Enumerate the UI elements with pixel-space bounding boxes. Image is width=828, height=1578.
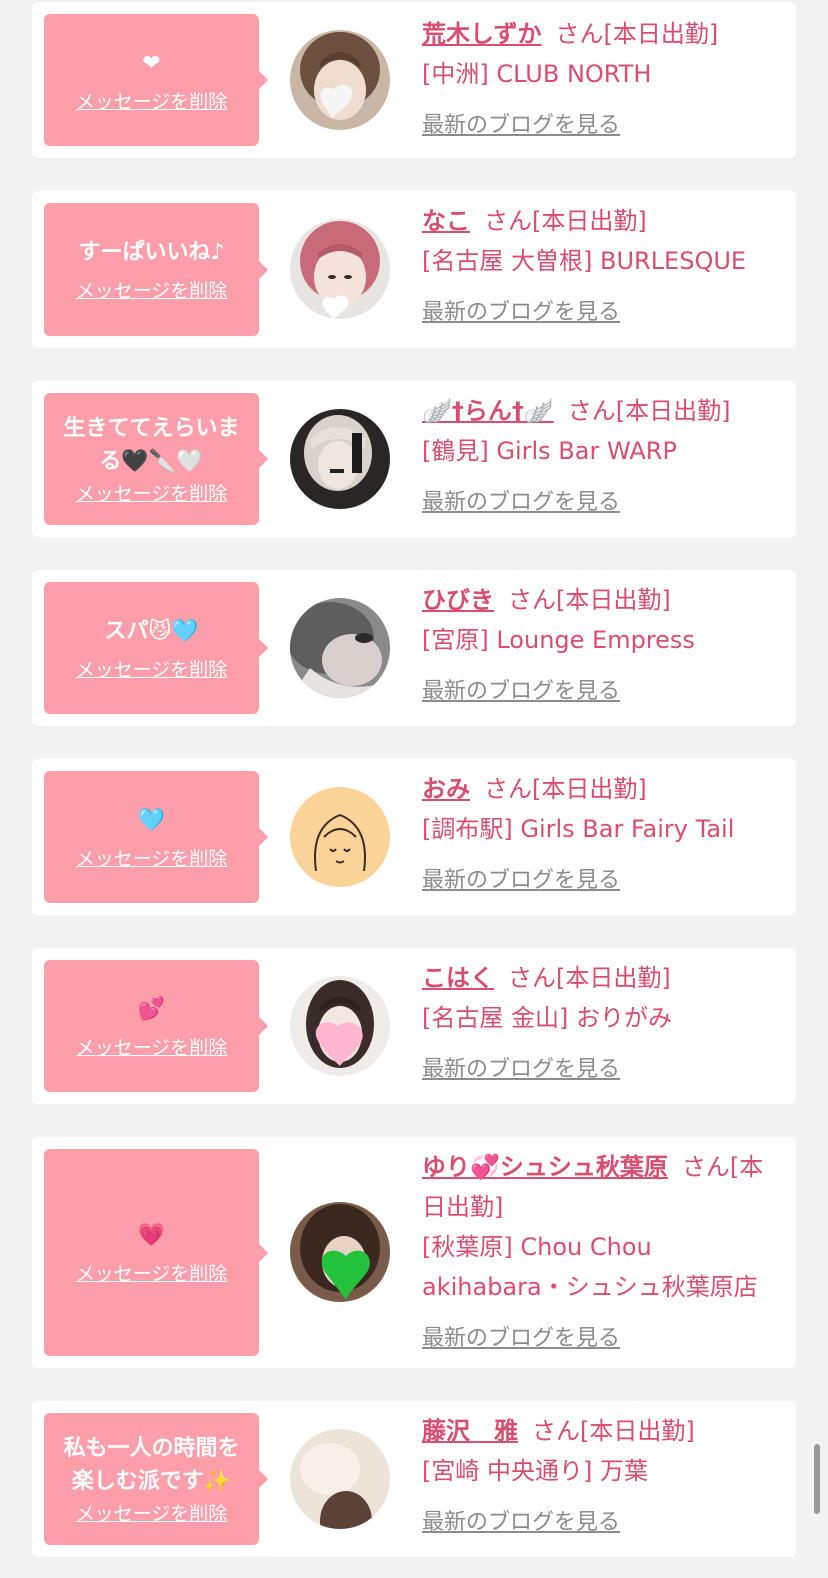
- work-status: [本日出勤]: [603, 20, 719, 48]
- cast-name-link[interactable]: こはく: [422, 964, 494, 992]
- message-text: 🩵: [137, 807, 166, 833]
- message-bubble: スパ😼🩵 メッセージを削除: [44, 582, 268, 714]
- avatar[interactable]: [290, 1429, 390, 1529]
- avatar[interactable]: [290, 219, 390, 319]
- cast-name-link[interactable]: なこ: [422, 207, 470, 235]
- san-suffix: さん: [555, 20, 604, 48]
- message-bubble: 生きててえらいまる🖤🔪🤍 メッセージを削除: [44, 393, 268, 525]
- shop-name: [調布駅] Girls Bar Fairy Tail: [422, 815, 735, 843]
- message-bubble: 💕 メッセージを削除: [44, 960, 268, 1092]
- work-status: [本日出勤]: [532, 207, 647, 235]
- cast-info: こはく さん[本日出勤] [名古屋 金山] おりがみ 最新のブログを見る: [422, 958, 780, 1090]
- latest-blog-link[interactable]: 最新のブログを見る: [422, 483, 620, 523]
- shop-name: [名古屋 大曽根] BURLESQUE: [422, 247, 747, 275]
- message-text: スパ😼🩵: [104, 618, 199, 644]
- san-suffix: さん: [567, 397, 616, 425]
- delete-message-link[interactable]: メッセージを削除: [76, 658, 228, 682]
- avatar[interactable]: [290, 1202, 390, 1302]
- message-text: 私も一人の時間を楽しむ派です✨: [63, 1436, 240, 1494]
- message-text: すーぱいいね♪: [78, 240, 225, 265]
- latest-blog-link[interactable]: 最新のブログを見る: [422, 672, 620, 712]
- favorite-card: ❤ メッセージを削除 荒木しずか さん[本日出勤] [中洲] CLUB NORTH…: [32, 2, 796, 158]
- message-text: 💕: [137, 996, 166, 1022]
- cast-name-link[interactable]: ゆり💞シュシュ秋葉原: [422, 1153, 668, 1181]
- avatar[interactable]: [290, 30, 390, 130]
- delete-message-link[interactable]: メッセージを削除: [76, 90, 228, 114]
- cast-name-link[interactable]: 🪽†らん†🪽: [422, 397, 554, 425]
- shop-name: [宮原] Lounge Empress: [422, 626, 695, 654]
- scrollbar[interactable]: [814, 1444, 820, 1514]
- san-suffix: さん: [681, 1153, 730, 1181]
- shop-name: [名古屋 金山] おりがみ: [422, 1004, 672, 1032]
- delete-message-link[interactable]: メッセージを削除: [76, 1036, 228, 1060]
- favorite-card: 私も一人の時間を楽しむ派です✨ メッセージを削除 藤沢 雅さん[本日出勤] [宮…: [32, 1401, 796, 1557]
- cast-name-link[interactable]: おみ: [422, 775, 470, 803]
- work-status: [本日出勤]: [556, 586, 671, 614]
- work-status: [本日出勤]: [532, 775, 647, 803]
- message-bubble: 🩵 メッセージを削除: [44, 771, 268, 903]
- favorite-card: すーぱいいね♪ メッセージを削除 なこ さん[本日出勤] [名古屋 大曽根] BU…: [32, 191, 796, 348]
- cast-info: 荒木しずか さん[本日出勤] [中洲] CLUB NORTH 最新のブログを見る: [422, 14, 780, 146]
- work-status: [本日出勤]: [556, 964, 671, 992]
- cast-info: ゆり💞シュシュ秋葉原 さん[本日出勤] [秋葉原] Chou Chou akiha…: [422, 1147, 780, 1359]
- avatar[interactable]: [290, 976, 390, 1076]
- favorite-card: 生きててえらいまる🖤🔪🤍 メッセージを削除 🪽†らん†🪽 さん[本日出勤] [鶴見…: [32, 381, 796, 537]
- cast-name-link[interactable]: ひびき: [422, 586, 494, 614]
- favorite-card: 🩵 メッセージを削除 おみ さん[本日出勤] [調布駅] Girls Bar Fa…: [32, 759, 796, 915]
- favorite-card: 💗 メッセージを削除 ゆり💞シュシュ秋葉原 さん[本日出勤] [秋葉原] Chou…: [32, 1137, 796, 1368]
- cast-info: ひびき さん[本日出勤] [宮原] Lounge Empress 最新のブログを見…: [422, 580, 780, 712]
- cast-name-link[interactable]: 藤沢 雅: [422, 1417, 518, 1445]
- latest-blog-link[interactable]: 最新のブログを見る: [422, 293, 620, 333]
- delete-message-link[interactable]: メッセージを削除: [76, 1262, 228, 1286]
- work-status: [本日出勤]: [615, 397, 731, 425]
- san-suffix: さん: [508, 586, 556, 614]
- latest-blog-link[interactable]: 最新のブログを見る: [422, 1050, 620, 1090]
- message-bubble: ❤ メッセージを削除: [44, 14, 268, 146]
- latest-blog-link[interactable]: 最新のブログを見る: [422, 861, 620, 901]
- latest-blog-link[interactable]: 最新のブログを見る: [422, 106, 620, 146]
- avatar[interactable]: [290, 598, 390, 698]
- latest-blog-link[interactable]: 最新のブログを見る: [422, 1319, 620, 1359]
- san-suffix: さん: [484, 775, 532, 803]
- work-status: [本日出勤]: [580, 1417, 695, 1445]
- message-text: 生きててえらいまる🖤🔪🤍: [63, 416, 240, 474]
- cast-info: 🪽†らん†🪽 さん[本日出勤] [鶴見] Girls Bar WARP 最新のブロ…: [422, 391, 780, 523]
- latest-blog-link[interactable]: 最新のブログを見る: [422, 1503, 620, 1543]
- avatar[interactable]: [290, 409, 390, 509]
- shop-name: [宮崎 中央通り] 万葉: [422, 1457, 648, 1485]
- cast-info: なこ さん[本日出勤] [名古屋 大曽根] BURLESQUE 最新のブログを見る: [422, 201, 780, 333]
- message-bubble: 私も一人の時間を楽しむ派です✨ メッセージを削除: [44, 1413, 268, 1545]
- delete-message-link[interactable]: メッセージを削除: [76, 482, 228, 506]
- cast-info: おみ さん[本日出勤] [調布駅] Girls Bar Fairy Tail 最新…: [422, 769, 780, 901]
- cast-name-link[interactable]: 荒木しずか: [422, 20, 542, 48]
- san-suffix: さん: [484, 207, 532, 235]
- message-text: ❤: [142, 50, 161, 76]
- shop-name: [中洲] CLUB NORTH: [422, 60, 652, 88]
- san-suffix: さん: [508, 964, 556, 992]
- san-suffix: さん: [532, 1417, 580, 1445]
- delete-message-link[interactable]: メッセージを削除: [76, 1502, 228, 1526]
- cast-info: 藤沢 雅さん[本日出勤] [宮崎 中央通り] 万葉 最新のブログを見る: [422, 1411, 780, 1543]
- message-text: 💗: [137, 1223, 166, 1248]
- favorite-card: 💕 メッセージを削除 こはく さん[本日出勤] [名古屋 金山] おりがみ 最新の…: [32, 948, 796, 1104]
- shop-name: [秋葉原] Chou Chou akihabara・シュシュ秋葉原店: [422, 1233, 758, 1301]
- shop-name: [鶴見] Girls Bar WARP: [422, 437, 677, 465]
- message-bubble: すーぱいいね♪ メッセージを削除: [44, 203, 268, 336]
- message-bubble: 💗 メッセージを削除: [44, 1149, 268, 1356]
- favorite-card: スパ😼🩵 メッセージを削除 ひびき さん[本日出勤] [宮原] Lounge Em…: [32, 570, 796, 726]
- avatar[interactable]: [290, 787, 390, 887]
- delete-message-link[interactable]: メッセージを削除: [76, 279, 228, 303]
- delete-message-link[interactable]: メッセージを削除: [76, 847, 228, 871]
